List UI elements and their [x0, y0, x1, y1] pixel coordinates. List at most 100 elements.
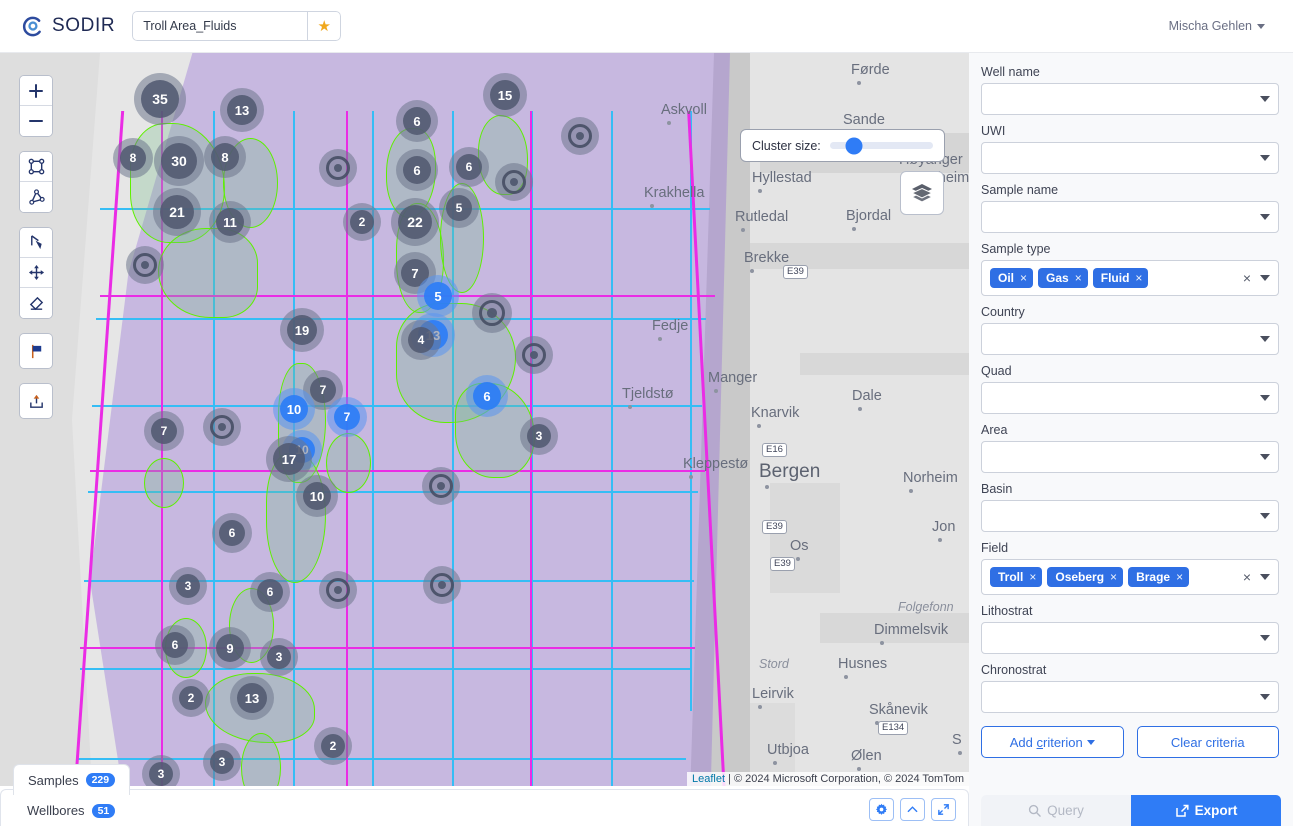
expand-button[interactable] [931, 798, 956, 821]
criteria-select-basin[interactable] [981, 500, 1279, 532]
cluster-marker[interactable]: 5 [439, 188, 479, 228]
chevron-down-icon[interactable] [1260, 513, 1270, 519]
cluster-marker[interactable]: 8 [204, 136, 246, 178]
chevron-down-icon[interactable] [1260, 214, 1270, 220]
chip-fluid[interactable]: Fluid × [1092, 268, 1149, 288]
cluster-marker[interactable]: 7 [327, 397, 367, 437]
map-toolbar[interactable] [19, 75, 53, 433]
collapse-button[interactable] [900, 798, 925, 821]
clear-field-icon[interactable]: × [1243, 270, 1251, 286]
cluster-marker[interactable]: 22 [391, 198, 439, 246]
tab-wellbores[interactable]: Wellbores 51 [13, 795, 130, 826]
cluster-marker[interactable]: 6 [250, 572, 290, 612]
polygon-select-icon[interactable] [20, 182, 52, 212]
wellbore-marker[interactable] [319, 149, 357, 187]
add-criterion-button[interactable]: Add criterion [981, 726, 1124, 758]
cluster-marker[interactable]: 10 [273, 388, 315, 430]
cluster-size-slider[interactable] [829, 137, 933, 154]
chevron-down-icon[interactable] [1260, 574, 1270, 580]
wellbore-marker[interactable] [126, 246, 164, 284]
settings-button[interactable] [869, 798, 894, 821]
cluster-marker[interactable]: 15 [483, 73, 527, 117]
move-arrows-icon[interactable] [20, 258, 52, 288]
chevron-down-icon[interactable] [1260, 275, 1270, 281]
wellbore-marker[interactable] [495, 163, 533, 201]
project-selector[interactable]: ★ [132, 11, 342, 41]
cluster-size-slider-thumb[interactable] [845, 137, 863, 154]
chip-oil[interactable]: Oil × [990, 268, 1034, 288]
cluster-marker[interactable]: 9 [209, 627, 251, 669]
chip-troll[interactable]: Troll × [990, 567, 1043, 587]
cluster-marker[interactable]: 4 [401, 320, 441, 360]
chevron-down-icon[interactable] [1260, 694, 1270, 700]
cluster-marker[interactable]: 19 [280, 308, 324, 352]
chevron-down-icon[interactable] [1260, 635, 1270, 641]
chip-remove-icon[interactable]: × [1135, 271, 1142, 285]
cluster-marker[interactable]: 2 [314, 727, 352, 765]
cluster-marker[interactable]: 3 [169, 567, 207, 605]
rectangle-select-icon[interactable] [20, 152, 52, 182]
cluster-marker[interactable]: 7 [144, 411, 184, 451]
results-tabs[interactable]: Samples 229 Wellbores 51 [13, 764, 131, 826]
chevron-down-icon[interactable] [1260, 155, 1270, 161]
wellbore-marker[interactable] [319, 571, 357, 609]
user-menu[interactable]: Mischa Gehlen [1169, 19, 1265, 33]
criteria-select-lithostrat[interactable] [981, 622, 1279, 654]
leaflet-link[interactable]: Leaflet [692, 773, 725, 785]
chip-remove-icon[interactable]: × [1020, 271, 1027, 285]
cluster-marker[interactable]: 2 [172, 679, 210, 717]
cluster-marker[interactable]: 13 [220, 88, 264, 132]
criteria-select-sample-name[interactable] [981, 201, 1279, 233]
zoom-in-button[interactable] [20, 76, 52, 106]
cluster-marker[interactable]: 21 [153, 188, 201, 236]
chip-remove-icon[interactable]: × [1176, 570, 1183, 584]
cluster-marker[interactable]: 30 [154, 136, 204, 186]
chip-gas[interactable]: Gas × [1038, 268, 1088, 288]
criteria-select-quad[interactable] [981, 382, 1279, 414]
chevron-down-icon[interactable] [1260, 454, 1270, 460]
cluster-marker[interactable]: 6 [466, 375, 508, 417]
chevron-down-icon[interactable] [1260, 336, 1270, 342]
cluster-marker[interactable]: 11 [209, 201, 251, 243]
chip-remove-icon[interactable]: × [1075, 271, 1082, 285]
wellbore-marker[interactable] [422, 467, 460, 505]
cluster-size-control[interactable]: Cluster size: [740, 129, 945, 162]
star-icon[interactable]: ★ [307, 11, 342, 41]
eraser-icon[interactable] [20, 288, 52, 318]
chip-oseberg[interactable]: Oseberg × [1047, 567, 1124, 587]
cluster-marker[interactable]: 5 [417, 275, 459, 317]
clear-criteria-button[interactable]: Clear criteria [1136, 726, 1279, 758]
export-button[interactable]: Export [1131, 795, 1281, 826]
cluster-marker[interactable]: 3 [142, 755, 180, 786]
cluster-marker[interactable]: 6 [449, 147, 489, 187]
cursor-pick-icon[interactable] [20, 228, 52, 258]
cluster-marker[interactable]: 2 [343, 203, 381, 241]
upload-icon[interactable] [20, 384, 52, 418]
criteria-select-area[interactable] [981, 441, 1279, 473]
chip-brage[interactable]: Brage × [1128, 567, 1190, 587]
chevron-down-icon[interactable] [1260, 96, 1270, 102]
chip-remove-icon[interactable]: × [1029, 570, 1036, 584]
layers-icon[interactable] [900, 171, 944, 215]
cluster-marker[interactable]: 3 [203, 743, 241, 781]
wellbore-marker[interactable] [561, 117, 599, 155]
wellbore-marker[interactable] [203, 408, 241, 446]
cluster-marker[interactable]: 35 [134, 73, 186, 125]
cluster-marker[interactable]: 3 [260, 638, 298, 676]
chevron-down-icon[interactable] [1260, 395, 1270, 401]
cluster-marker[interactable]: 3 [520, 417, 558, 455]
map-canvas[interactable]: FørdeAskvollSandeHøyangerHyllestadKrakhe… [0, 53, 969, 786]
cluster-marker[interactable]: 6 [155, 625, 195, 665]
cluster-marker[interactable]: 13 [230, 676, 274, 720]
query-button[interactable]: Query [981, 795, 1131, 826]
criteria-select-chronostrat[interactable] [981, 681, 1279, 713]
criteria-select-field[interactable]: Troll × Oseberg × Brage × × [981, 559, 1279, 595]
cluster-marker[interactable]: 6 [396, 100, 438, 142]
flag-icon[interactable] [20, 334, 52, 368]
criteria-select-sample-type[interactable]: Oil × Gas × Fluid × × [981, 260, 1279, 296]
cluster-marker[interactable]: 6 [396, 149, 438, 191]
wellbore-marker[interactable] [423, 566, 461, 604]
wellbore-marker[interactable] [515, 336, 553, 374]
chip-remove-icon[interactable]: × [1110, 570, 1117, 584]
criteria-select-well-name[interactable] [981, 83, 1279, 115]
